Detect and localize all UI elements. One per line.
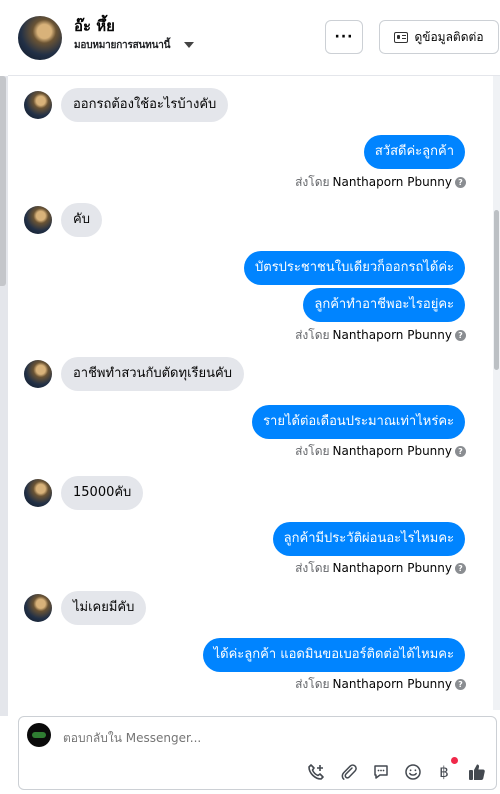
- chevron-down-icon[interactable]: [184, 42, 194, 48]
- question-mark-icon[interactable]: ?: [455, 562, 466, 574]
- incoming-message[interactable]: อาชีพทำสวนกับตัดทุเรียนคับ: [61, 357, 244, 391]
- more-options-button[interactable]: ···: [325, 20, 363, 54]
- conversation-header: อ๊ะ หึ้ย มอบหมายการสนทนานี้ ··· ดูข้อมูล…: [8, 0, 500, 76]
- page-avatar: [27, 723, 51, 747]
- thread-scrollbar[interactable]: [493, 76, 500, 710]
- incoming-message[interactable]: 15000คับ: [61, 476, 144, 510]
- question-mark-icon[interactable]: ?: [455, 329, 466, 341]
- sender-name: Nanthaporn Pbunny: [332, 328, 452, 342]
- smiley-icon[interactable]: [402, 761, 424, 783]
- sent-by-label: ส่งโดย Nanthaporn Pbunny?: [295, 560, 466, 576]
- message-avatar[interactable]: [24, 91, 52, 119]
- thumbs-up-icon[interactable]: [466, 761, 488, 783]
- reply-input[interactable]: [63, 731, 363, 745]
- sent-by-label: ส่งโดย Nanthaporn Pbunny?: [295, 174, 466, 190]
- view-contact-button[interactable]: ดูข้อมูลติดต่อ: [379, 20, 499, 54]
- message-avatar[interactable]: [24, 594, 52, 622]
- outgoing-message[interactable]: ลูกค้ามีประวัติผ่อนอะไรไหมคะ: [272, 522, 465, 556]
- sent-by-prefix: ส่งโดย: [295, 174, 330, 189]
- inbox-panel: อ๊ะ หึ้ย มอบหมายการสนทนานี้ ··· ดูข้อมูล…: [0, 0, 500, 794]
- question-mark-icon[interactable]: ?: [455, 445, 466, 457]
- view-contact-label: ดูข้อมูลติดต่อ: [414, 29, 484, 44]
- outgoing-message[interactable]: บัตรประชาชนใบเดียวก็ออกรถได้ค่ะ: [244, 251, 465, 285]
- sent-by-label: ส่งโดย Nanthaporn Pbunny?: [295, 327, 466, 343]
- contact-name[interactable]: อ๊ะ หึ้ย: [74, 14, 115, 38]
- reply-composer: ฿: [18, 716, 497, 790]
- sent-by-label: ส่งโดย Nanthaporn Pbunny?: [295, 443, 466, 459]
- sent-by-prefix: ส่งโดย: [295, 443, 330, 458]
- thread-scroll-thumb[interactable]: [494, 210, 499, 370]
- sent-by-prefix: ส่งโดย: [295, 676, 330, 691]
- message-avatar[interactable]: [24, 206, 52, 234]
- left-scroll-thumb[interactable]: [0, 76, 6, 286]
- message-thread: ออกรถต้องใช้อะไรบ้างคับสวัสดีค่ะลูกค้าส่…: [8, 76, 492, 710]
- incoming-message[interactable]: ออกรถต้องใช้อะไรบ้างคับ: [61, 88, 229, 122]
- sender-name: Nanthaporn Pbunny: [332, 561, 452, 575]
- sent-by-prefix: ส่งโดย: [295, 560, 330, 575]
- question-mark-icon[interactable]: ?: [455, 176, 466, 188]
- question-mark-icon[interactable]: ?: [455, 678, 466, 690]
- left-scroll-strip: [0, 76, 8, 716]
- incoming-message[interactable]: ไม่เคยมีคับ: [61, 591, 147, 625]
- chat-bubble-icon[interactable]: [370, 761, 392, 783]
- message-avatar[interactable]: [24, 360, 52, 388]
- sent-by-prefix: ส่งโดย: [295, 327, 330, 342]
- phone-plus-icon[interactable]: [305, 761, 327, 783]
- contact-card-icon: [394, 31, 409, 43]
- sender-name: Nanthaporn Pbunny: [332, 444, 452, 458]
- sent-by-label: ส่งโดย Nanthaporn Pbunny?: [295, 676, 466, 692]
- outgoing-message[interactable]: รายได้ต่อเดือนประมาณเท่าไหร่คะ: [252, 405, 465, 439]
- message-avatar[interactable]: [24, 479, 52, 507]
- outgoing-message[interactable]: ลูกค้าทำอาชีพอะไรอยู่คะ: [303, 288, 465, 322]
- contact-avatar[interactable]: [18, 16, 62, 60]
- outgoing-message[interactable]: ได้ค่ะลูกค้า แอดมินขอเบอร์ติดต่อได้ไหมคะ: [202, 638, 465, 672]
- incoming-message[interactable]: คับ: [61, 203, 102, 237]
- outgoing-message[interactable]: สวัสดีค่ะลูกค้า: [363, 135, 465, 169]
- paperclip-icon[interactable]: [338, 761, 360, 783]
- sender-name: Nanthaporn Pbunny: [332, 175, 452, 189]
- sender-name: Nanthaporn Pbunny: [332, 677, 452, 691]
- notification-dot: [451, 757, 458, 764]
- assign-conversation-label[interactable]: มอบหมายการสนทนานี้: [74, 38, 170, 53]
- baht-icon[interactable]: ฿: [433, 761, 455, 783]
